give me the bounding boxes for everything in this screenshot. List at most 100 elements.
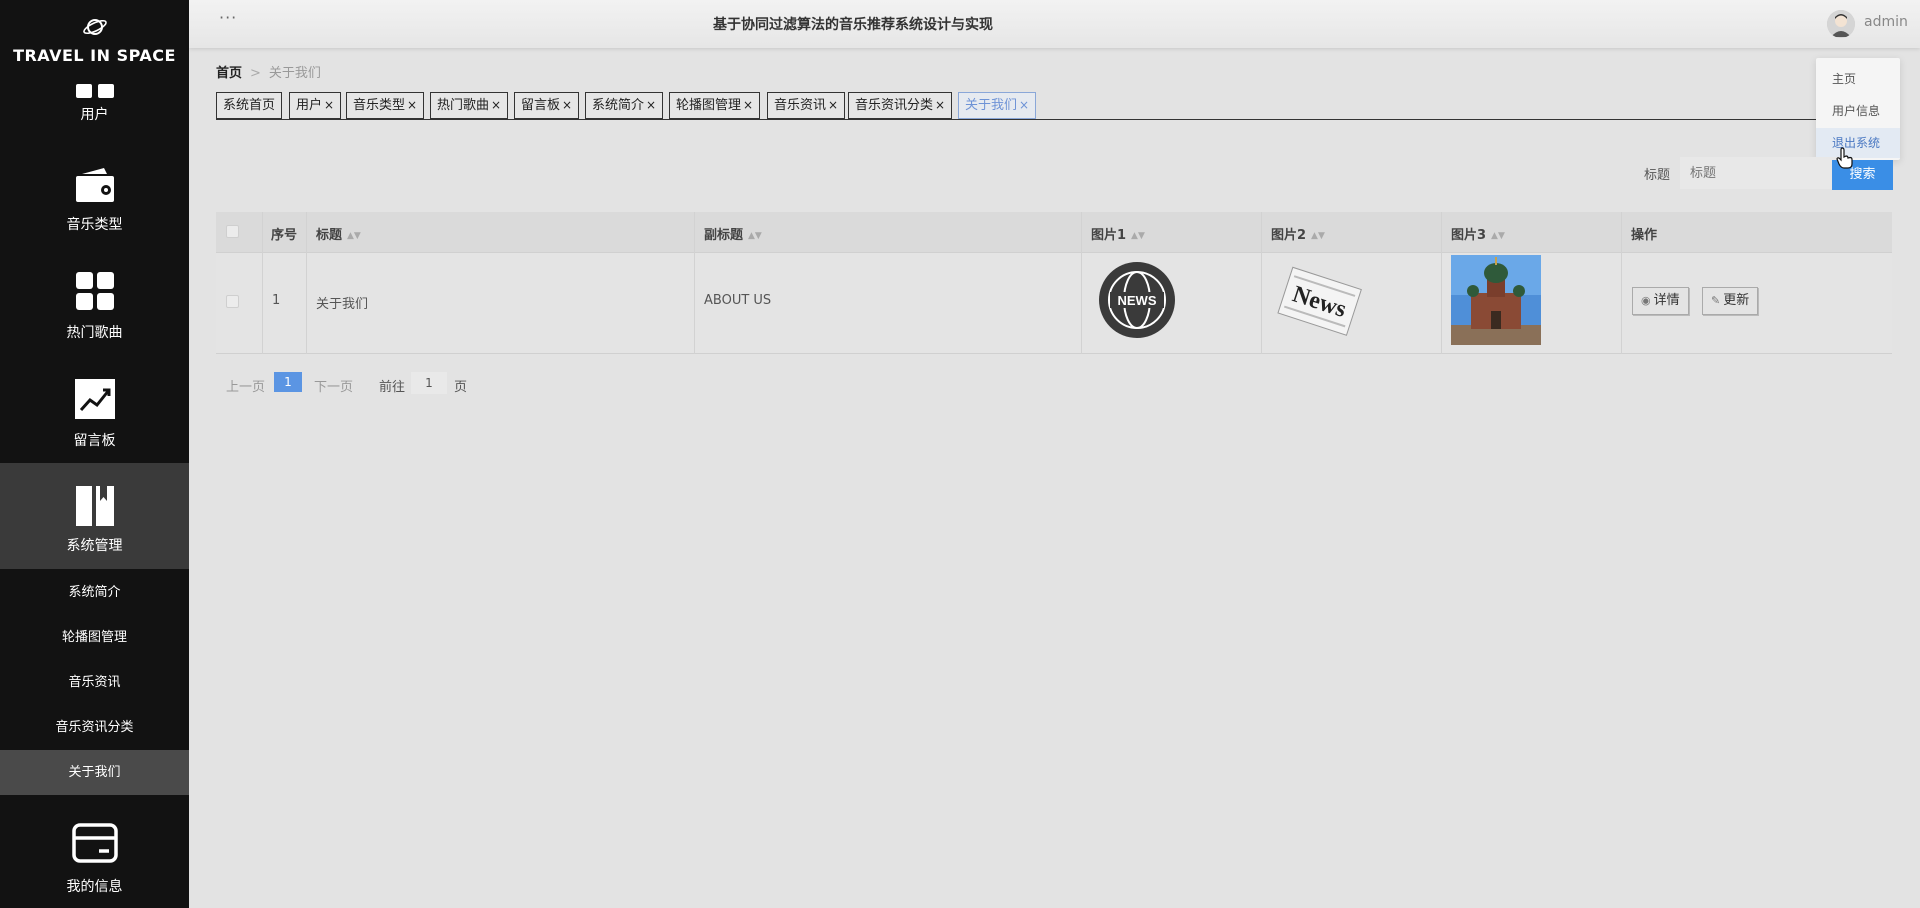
tag-close-icon[interactable]: × [828, 98, 838, 112]
column-header-pic1[interactable]: 图片1 ▲▼ [1091, 224, 1145, 243]
tag-label: 轮播图管理 [676, 98, 742, 113]
search-label: 标题 [1644, 168, 1671, 183]
select-all-checkbox[interactable] [226, 225, 239, 238]
username[interactable]: admin [1864, 14, 1908, 30]
column-pic2-label: 图片2 [1271, 228, 1307, 243]
sidebar-item-music-types[interactable]: 音乐类型 [0, 160, 189, 235]
page-suffix: 页 [454, 380, 468, 395]
tag-hot-songs[interactable]: 热门歌曲 × [430, 92, 509, 119]
eye-icon: ◉ [1641, 294, 1651, 307]
update-button[interactable]: ✎ 更新 [1702, 287, 1759, 315]
tag-close-icon[interactable]: × [324, 98, 334, 112]
tag-about-us[interactable]: 关于我们 × [958, 92, 1037, 119]
top-bar: ··· 基于协同过滤算法的音乐推荐系统设计与实现 admin [189, 0, 1920, 48]
logo: TRAVEL IN SPACE [0, 0, 189, 78]
news-globe-image[interactable]: NEWS [1092, 255, 1182, 345]
column-divider [694, 212, 695, 354]
column-subtitle-label: 副标题 [704, 228, 744, 243]
system-title: 基于协同过滤算法的音乐推荐系统设计与实现 [713, 17, 993, 33]
goto-label: 前往 [379, 380, 406, 395]
tag-close-icon[interactable]: × [743, 98, 753, 112]
search-input[interactable] [1680, 157, 1840, 189]
sidebar-item-label: 音乐类型 [66, 217, 123, 233]
breadcrumb: 首页 > 关于我们 [216, 62, 321, 81]
tag-close-icon[interactable]: × [1019, 98, 1029, 112]
sidebar-item-system-management[interactable]: 系统管理 [0, 463, 189, 569]
cathedral-photo[interactable] [1451, 255, 1541, 345]
tag-close-icon[interactable]: × [562, 98, 572, 112]
wallet-icon [76, 168, 114, 202]
detail-button-label: 详情 [1653, 293, 1680, 308]
column-divider [1441, 212, 1442, 354]
tag-close-icon[interactable]: × [407, 98, 417, 112]
tag-close-icon[interactable]: × [646, 98, 656, 112]
tag-home[interactable]: 系统首页 [216, 92, 283, 119]
avatar[interactable] [1827, 10, 1855, 38]
sort-icon[interactable]: ▲▼ [1131, 231, 1145, 241]
user-avatar-icon [1827, 10, 1855, 38]
tag-users[interactable]: 用户 × [289, 92, 342, 119]
book-icon [76, 486, 114, 526]
tag-music-types[interactable]: 音乐类型 × [346, 92, 425, 119]
goto-page-input[interactable]: 1 [411, 372, 447, 394]
tag-label: 系统首页 [223, 98, 276, 113]
sidebar-item-label: 系统管理 [66, 538, 123, 554]
tag-message-board[interactable]: 留言板 × [514, 92, 580, 119]
tags-bar: 系统首页 用户 × 音乐类型 × 热门歌曲 × 留言板 × 系统简介 × 轮播图管理 × 音… [216, 92, 1816, 120]
tag-carousel[interactable]: 轮播图管理 × [669, 92, 761, 119]
sort-icon[interactable]: ▲▼ [748, 231, 762, 241]
tag-close-icon[interactable]: × [491, 98, 501, 112]
sort-icon[interactable]: ▲▼ [1311, 231, 1325, 241]
tag-system-intro[interactable]: 系统简介 × [585, 92, 664, 119]
column-header-subtitle[interactable]: 副标题 ▲▼ [704, 224, 762, 243]
tag-label: 留言板 [521, 98, 561, 113]
tag-news-category[interactable]: 音乐资讯分类 × [848, 92, 953, 119]
tag-label: 关于我们 [965, 98, 1018, 113]
tag-label: 音乐类型 [353, 98, 406, 113]
chart-icon [75, 379, 115, 419]
prev-page-button[interactable]: 上一页 [226, 376, 265, 395]
row-checkbox[interactable] [226, 295, 239, 308]
detail-button[interactable]: ◉ 详情 [1632, 287, 1689, 315]
menu-toggle-icon[interactable]: ··· [219, 8, 237, 27]
breadcrumb-home[interactable]: 首页 [216, 66, 242, 81]
column-divider [1261, 212, 1262, 354]
submenu-item-carousel[interactable]: 轮播图管理 [0, 615, 189, 660]
column-header-actions: 操作 [1631, 228, 1658, 243]
sidebar-item-my-info[interactable]: 我的信息 [0, 820, 189, 900]
dropdown-item-user-info[interactable]: 用户信息 [1816, 96, 1900, 126]
column-pic1-label: 图片1 [1091, 228, 1127, 243]
sort-icon[interactable]: ▲▼ [1491, 231, 1505, 241]
tag-music-news[interactable]: 音乐资讯 × [767, 92, 846, 119]
submenu-item-system-intro[interactable]: 系统简介 [0, 570, 189, 615]
tag-label: 热门歌曲 [437, 98, 490, 113]
breadcrumb-current: 关于我们 [268, 66, 321, 81]
sidebar-item-users[interactable]: 用户 [0, 78, 189, 130]
news-globe-text: NEWS [1118, 293, 1157, 308]
cell-subtitle: ABOUT US [704, 293, 772, 308]
edit-icon: ✎ [1711, 294, 1721, 307]
sidebar-item-message-board[interactable]: 留言板 [0, 376, 189, 451]
column-header-pic2[interactable]: 图片2 ▲▼ [1271, 224, 1325, 243]
newspaper-image[interactable]: News [1274, 255, 1364, 345]
logo-text: TRAVEL IN SPACE [13, 46, 176, 65]
submenu-item-about-us[interactable]: 关于我们 [0, 750, 189, 795]
submenu-item-music-news[interactable]: 音乐资讯 [0, 660, 189, 705]
submenu-item-news-category[interactable]: 音乐资讯分类 [0, 705, 189, 750]
column-divider [262, 212, 263, 354]
dropdown-item-logout[interactable]: 退出系统 [1816, 128, 1900, 158]
tag-label: 用户 [296, 98, 323, 113]
breadcrumb-separator: > [250, 66, 261, 81]
column-header-title[interactable]: 标题 ▲▼ [316, 224, 361, 243]
sidebar-item-hot-songs[interactable]: 热门歌曲 [0, 268, 189, 343]
sort-icon[interactable]: ▲▼ [347, 231, 361, 241]
dropdown-item-home[interactable]: 主页 [1816, 64, 1900, 94]
tag-close-icon[interactable]: × [935, 98, 945, 112]
grid-icon [76, 84, 114, 98]
column-header-pic3[interactable]: 图片3 ▲▼ [1451, 224, 1505, 243]
column-header-index: 序号 [271, 228, 298, 243]
page-number-current[interactable]: 1 [274, 372, 302, 392]
column-divider [1081, 212, 1082, 354]
next-page-button[interactable]: 下一页 [314, 376, 353, 395]
user-dropdown-menu: 主页 用户信息 退出系统 [1816, 58, 1900, 160]
